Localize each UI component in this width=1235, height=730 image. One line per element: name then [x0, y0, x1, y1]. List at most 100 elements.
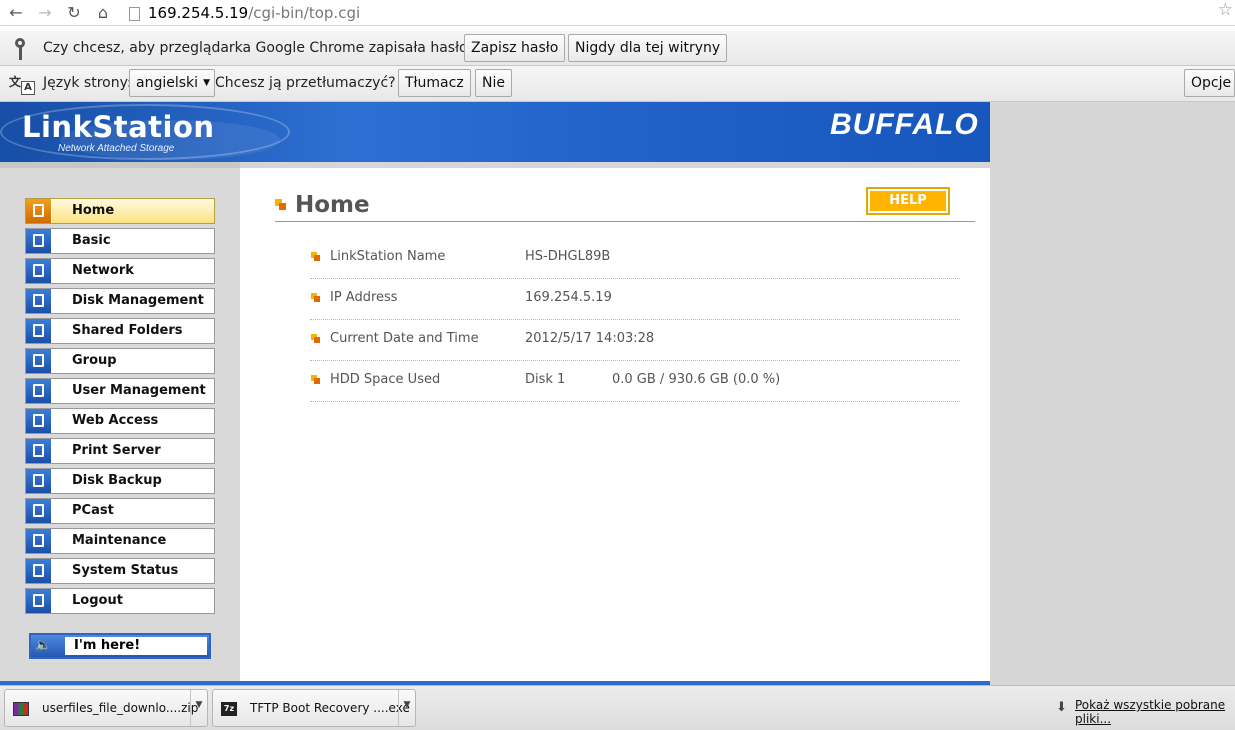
right-margin: [990, 102, 1235, 685]
header-banner: LinkStation Network Attached Storage BUF…: [0, 102, 990, 162]
tv-icon: [26, 499, 52, 523]
help-label: HELP: [870, 191, 946, 211]
speaker-icon: 🔈: [35, 638, 52, 653]
archive-icon: [13, 702, 29, 716]
help-button[interactable]: HELP: [866, 187, 950, 215]
backup-icon: [26, 469, 52, 493]
sidebar-item-network[interactable]: Network: [25, 258, 215, 284]
save-password-message: Czy chcesz, aby przeglądarka Google Chro…: [43, 40, 476, 56]
tools-icon: [26, 529, 52, 553]
sidebar-item-user-management[interactable]: User Management: [25, 378, 215, 404]
download-name: TFTP Boot Recovery ....exe: [250, 701, 410, 715]
network-icon: [26, 259, 52, 283]
download-arrow-icon: ⬇: [1056, 700, 1067, 715]
sidebar-item-basic[interactable]: Basic: [25, 228, 215, 254]
address-bar-row: ← → ↻ ⌂ 169.254.5.19/cgi-bin/top.cgi ☆: [0, 0, 1235, 26]
language-select[interactable]: angielski ▼: [129, 69, 216, 97]
user-icon: [26, 379, 52, 403]
download-item[interactable]: 7z TFTP Boot Recovery ....exe ▼: [212, 689, 416, 727]
sidebar-item-label: PCast: [72, 503, 114, 518]
sidebar-item-label: Print Server: [72, 443, 161, 458]
sidebar-item-disk-management[interactable]: Disk Management: [25, 288, 215, 314]
product-logo: LinkStation: [22, 110, 215, 144]
options-button[interactable]: Opcje: [1184, 69, 1235, 97]
no-translate-button[interactable]: Nie: [475, 69, 512, 97]
url-path: /cgi-bin/top.cgi: [248, 4, 361, 22]
info-row-datetime: Current Date and Time 2012/5/17 14:03:28: [310, 320, 960, 361]
sidebar-item-label: Web Access: [72, 413, 159, 428]
page-icon: [129, 7, 140, 21]
reload-icon[interactable]: ↻: [64, 3, 84, 23]
info-label: LinkStation Name: [330, 249, 446, 264]
sidebar-item-label: Network: [72, 263, 134, 278]
chevron-down-icon[interactable]: ▼: [190, 690, 207, 726]
download-item[interactable]: userfiles_file_downlo....zip ▼: [4, 689, 208, 727]
home-icon[interactable]: ⌂: [93, 3, 113, 23]
sidebar-item-home[interactable]: Home: [25, 198, 215, 224]
save-password-infobar: Czy chcesz, aby przeglądarka Google Chro…: [0, 31, 1235, 66]
bullet-icon: [311, 293, 321, 303]
sidebar-item-pcast[interactable]: PCast: [25, 498, 215, 524]
info-value: 169.254.5.19: [525, 290, 612, 305]
im-here-label: I'm here!: [65, 637, 207, 655]
page-title: Home: [295, 192, 370, 218]
bullet-icon: [311, 334, 321, 344]
title-divider: [275, 221, 975, 222]
logout-icon: [26, 589, 52, 613]
translate-button[interactable]: Tłumacz: [398, 69, 471, 97]
sidebar-item-label: Maintenance: [72, 533, 167, 548]
show-all-downloads-link[interactable]: Pokaż wszystkie pobrane pliki...: [1075, 698, 1235, 726]
shared-folders-icon: [26, 319, 52, 343]
downloads-bar: userfiles_file_downlo....zip ▼ 7z TFTP B…: [0, 685, 1235, 730]
sidebar-item-disk-backup[interactable]: Disk Backup: [25, 468, 215, 494]
translate-question: Chcesz ją przetłumaczyć?: [215, 75, 396, 91]
info-value: Disk 1: [525, 372, 566, 387]
sidebar-item-label: User Management: [72, 383, 206, 398]
sidebar-item-logout[interactable]: Logout: [25, 588, 215, 614]
sidebar-item-maintenance[interactable]: Maintenance: [25, 528, 215, 554]
info-label: Current Date and Time: [330, 331, 479, 346]
sidebar-item-label: Logout: [72, 593, 123, 608]
info-label: HDD Space Used: [330, 372, 441, 387]
info-label: IP Address: [330, 290, 398, 305]
disk-icon: [26, 289, 52, 313]
sidebar-item-shared-folders[interactable]: Shared Folders: [25, 318, 215, 344]
bullet-icon: [311, 375, 321, 385]
group-icon: [26, 349, 52, 373]
translate-infobar: 文A Język strony: angielski ▼ Chcesz ją pr…: [0, 66, 1235, 102]
sidebar-item-web-access[interactable]: Web Access: [25, 408, 215, 434]
chevron-down-icon: ▼: [203, 78, 211, 88]
sidebar-item-group-management[interactable]: Group Management: [25, 348, 215, 392]
sidebar-item-print-server[interactable]: Print Server: [25, 438, 215, 464]
sidebar-item-system-status[interactable]: System Status: [25, 558, 215, 584]
info-row-ip: IP Address 169.254.5.19: [310, 279, 960, 320]
url-field[interactable]: 169.254.5.19/cgi-bin/top.cgi: [122, 2, 1235, 24]
never-save-button[interactable]: Nigdy dla tej witryny: [568, 34, 728, 62]
im-here-button[interactable]: 🔈 I'm here!: [29, 633, 211, 659]
sidebar-item-label: Basic: [72, 233, 111, 248]
sidebar-item-label: Home: [72, 203, 115, 218]
key-icon: [13, 38, 27, 60]
url-text: 169.254.5.19/cgi-bin/top.cgi: [148, 2, 360, 24]
language-value: angielski: [136, 75, 199, 91]
info-value: 2012/5/17 14:03:28: [525, 331, 655, 346]
bookmark-star-icon[interactable]: ☆: [1218, 0, 1233, 20]
info-value-usage: 0.0 GB / 930.6 GB (0.0 %): [612, 372, 781, 387]
info-row-hdd: HDD Space Used Disk 1 0.0 GB / 930.6 GB …: [310, 361, 960, 402]
bullet-icon: [311, 252, 321, 262]
back-icon[interactable]: ←: [6, 3, 26, 23]
status-icon: [26, 559, 52, 583]
title-bullet-icon: [275, 199, 287, 211]
url-host: 169.254.5.19: [148, 4, 249, 22]
options-label: Opcje: [1191, 75, 1232, 91]
sidebar: Home Basic Network Disk Management Shared Fo…: [0, 162, 240, 685]
7zip-icon: 7z: [221, 702, 237, 716]
download-name: userfiles_file_downlo....zip: [42, 701, 199, 715]
language-label: Język strony:: [43, 75, 132, 91]
save-password-button[interactable]: Zapisz hasło: [464, 34, 566, 62]
chevron-down-icon[interactable]: ▼: [398, 690, 415, 726]
forward-icon[interactable]: →: [35, 3, 55, 23]
main-content: Home HELP LinkStation Name HS-DHGL89B IP…: [240, 168, 990, 681]
translate-icon: 文A: [9, 73, 35, 95]
brand-logo: BUFFALO: [830, 108, 979, 141]
